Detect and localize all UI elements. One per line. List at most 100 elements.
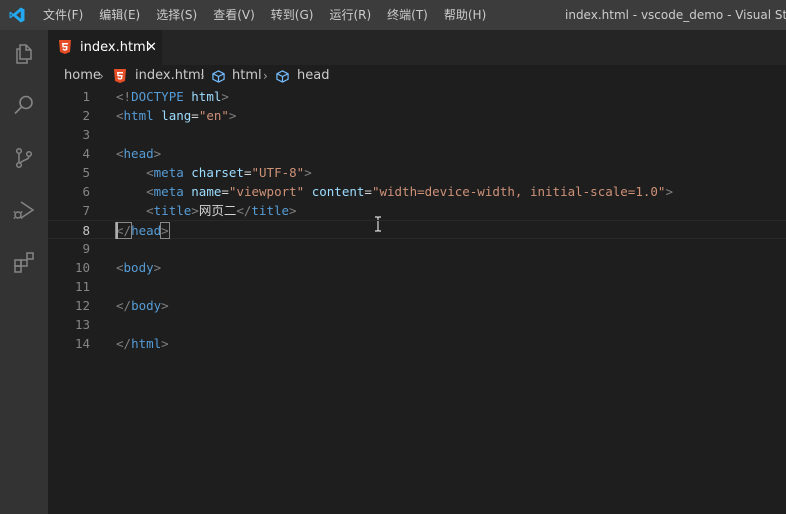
code-line[interactable]: 8 </head> — [48, 220, 786, 239]
menu-edit[interactable]: 编辑(E) — [91, 0, 148, 30]
code-token: content — [304, 184, 365, 199]
symbol-element-icon — [276, 70, 289, 83]
code-token: "en" — [198, 108, 229, 123]
code-token: > — [191, 203, 199, 218]
code-editor[interactable]: 1 <!DOCTYPE html> 2 <html lang="en"> 3 4 <head… — [48, 87, 786, 514]
tab-label: index.html — [80, 40, 150, 55]
code-line[interactable]: 10 <body> — [48, 258, 786, 277]
code-token: > — [161, 298, 169, 313]
text-caret — [116, 222, 118, 239]
menu-view[interactable]: 查看(V) — [205, 0, 263, 30]
code-token: "viewport" — [228, 184, 305, 199]
code-token: "width=device-width, initial-scale=1.0" — [371, 184, 666, 199]
code-token: lang — [153, 108, 192, 123]
code-token: = — [221, 184, 229, 199]
code-token: < — [116, 146, 124, 161]
search-icon[interactable] — [12, 93, 36, 117]
source-control-icon[interactable] — [12, 146, 36, 170]
code-text: <title>网页二</title> — [116, 201, 297, 220]
menu-terminal[interactable]: 终端(T) — [379, 0, 436, 30]
window-title: index.html - vscode_demo - Visual Studio — [565, 8, 786, 22]
code-line[interactable]: 7 <title>网页二</title> — [48, 201, 786, 220]
code-text: <body> — [116, 258, 161, 277]
code-line[interactable]: 13 — [48, 315, 786, 334]
code-token: > — [289, 203, 297, 218]
code-token: > — [161, 336, 169, 351]
chevron-right-icon: › — [263, 69, 268, 83]
code-text: <meta name="viewport" content="width=dev… — [116, 182, 673, 201]
breadcrumb-item-html[interactable]: html — [232, 65, 262, 87]
symbol-element-icon — [212, 70, 225, 83]
line-number: 14 — [74, 336, 90, 351]
code-token: < — [116, 203, 154, 218]
line-number: 5 — [82, 165, 90, 180]
code-line[interactable]: 3 — [48, 125, 786, 144]
code-token: > — [665, 184, 673, 199]
code-token: < — [116, 108, 124, 123]
code-token: > — [221, 89, 229, 104]
code-token: > — [304, 165, 312, 180]
line-number: 4 — [82, 146, 90, 161]
code-token: name — [183, 184, 222, 199]
code-text: </head> — [114, 221, 170, 240]
code-line[interactable]: 6 <meta name="viewport" content="width=d… — [48, 182, 786, 201]
code-token: 网页二 — [198, 203, 237, 218]
run-debug-icon[interactable] — [12, 198, 36, 222]
code-text: <html lang="en"> — [116, 106, 236, 125]
code-token: > — [153, 146, 162, 161]
breadcrumb-item-home[interactable]: home — [64, 65, 101, 87]
code-token: meta — [153, 165, 184, 180]
tab-index-html[interactable]: index.html ✕ — [48, 30, 162, 65]
code-line[interactable]: 1 <!DOCTYPE html> — [48, 87, 786, 106]
chevron-right-icon: › — [99, 69, 104, 83]
code-token: = — [191, 108, 199, 123]
line-number: 9 — [82, 241, 90, 256]
code-token: > — [160, 222, 170, 239]
line-number: 11 — [74, 279, 90, 294]
code-token: DOCTYPE — [131, 89, 184, 104]
code-token: charset — [183, 165, 244, 180]
code-text: <head> — [116, 144, 161, 163]
code-token: > — [228, 108, 237, 123]
code-token: body — [123, 260, 154, 275]
code-token: < — [116, 165, 154, 180]
code-text: </html> — [116, 334, 169, 353]
line-number: 10 — [74, 260, 90, 275]
code-line[interactable]: 2 <html lang="en"> — [48, 106, 786, 125]
code-line[interactable]: 14 </html> — [48, 334, 786, 353]
breadcrumb-item-head[interactable]: head — [297, 65, 329, 87]
code-line[interactable]: 9 — [48, 239, 786, 258]
menu-go[interactable]: 转到(G) — [263, 0, 322, 30]
menu-run[interactable]: 运行(R) — [321, 0, 379, 30]
code-line[interactable]: 11 — [48, 277, 786, 296]
html5-icon — [114, 69, 126, 83]
code-token: body — [131, 298, 162, 313]
breadcrumb-item-index-html[interactable]: index.html — [135, 65, 204, 87]
code-token: </ — [116, 298, 132, 313]
code-token: title — [153, 203, 192, 218]
code-token: < — [116, 260, 124, 275]
code-token: = — [364, 184, 372, 199]
code-token: </ — [114, 222, 133, 239]
code-line[interactable]: 5 <meta charset="UTF-8"> — [48, 163, 786, 182]
code-line[interactable]: 12 </body> — [48, 296, 786, 315]
explorer-icon[interactable] — [12, 42, 36, 66]
line-number: 7 — [82, 203, 90, 218]
code-line[interactable]: 4 <head> — [48, 144, 786, 163]
line-number: 13 — [74, 317, 90, 332]
menu-selection[interactable]: 选择(S) — [148, 0, 205, 30]
line-number: 8 — [82, 223, 90, 238]
line-number: 6 — [82, 184, 90, 199]
menu-help[interactable]: 帮助(H) — [436, 0, 494, 30]
close-icon[interactable]: ✕ — [146, 30, 157, 65]
menu-file[interactable]: 文件(F) — [35, 0, 91, 30]
code-text: </body> — [116, 296, 169, 315]
vscode-logo-icon — [9, 7, 25, 23]
code-token: head — [123, 146, 154, 161]
extensions-icon[interactable] — [12, 250, 36, 274]
code-token: > — [153, 260, 162, 275]
code-token: head — [131, 223, 162, 238]
code-token: html — [131, 336, 162, 351]
editor-tabs: index.html ✕ — [48, 30, 786, 65]
code-token: < — [116, 184, 154, 199]
